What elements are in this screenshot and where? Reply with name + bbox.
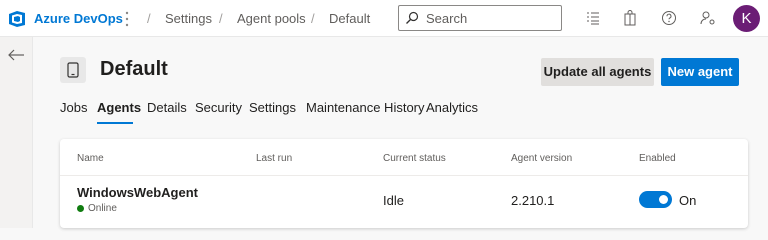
tab-maintenance-history[interactable]: Maintenance History bbox=[306, 100, 425, 115]
breadcrumb-separator: / bbox=[311, 11, 315, 26]
online-status-dot bbox=[77, 205, 84, 212]
column-header-current-status[interactable]: Current status bbox=[383, 153, 446, 164]
shopping-bag-icon[interactable] bbox=[622, 10, 638, 26]
user-settings-icon[interactable] bbox=[700, 10, 716, 26]
tab-security[interactable]: Security bbox=[195, 100, 242, 115]
column-header-enabled[interactable]: Enabled bbox=[639, 153, 676, 164]
breadcrumb-separator: / bbox=[147, 11, 151, 26]
enabled-toggle-label: On bbox=[679, 193, 697, 208]
active-tab-indicator bbox=[97, 122, 133, 124]
breadcrumb-settings[interactable]: Settings bbox=[165, 11, 212, 26]
new-agent-button[interactable]: New agent bbox=[661, 58, 739, 86]
current-status-cell: Idle bbox=[383, 193, 404, 208]
tab-analytics[interactable]: Analytics bbox=[426, 100, 478, 115]
agent-version-cell: 2.210.1 bbox=[511, 193, 555, 208]
enabled-toggle[interactable] bbox=[639, 191, 672, 208]
online-status-label: Online bbox=[88, 203, 117, 214]
back-arrow-icon[interactable] bbox=[7, 48, 25, 62]
column-header-name[interactable]: Name bbox=[77, 153, 104, 164]
help-icon[interactable] bbox=[661, 10, 677, 26]
breadcrumb-separator: / bbox=[219, 11, 223, 26]
column-header-last-run[interactable]: Last run bbox=[256, 153, 292, 164]
avatar[interactable]: K bbox=[733, 5, 760, 32]
search-placeholder: Search bbox=[426, 11, 468, 26]
tab-settings[interactable]: Settings bbox=[249, 100, 296, 115]
agents-table: Name Last run Current status Agent versi… bbox=[60, 139, 748, 228]
tab-jobs[interactable]: Jobs bbox=[60, 100, 87, 115]
azure-devops-logo-icon[interactable] bbox=[8, 10, 26, 28]
header-divider bbox=[60, 175, 748, 176]
tab-details[interactable]: Details bbox=[147, 100, 187, 115]
phone-device-icon bbox=[67, 62, 79, 78]
list-icon[interactable] bbox=[585, 10, 601, 26]
top-bar: Azure DevOps / Settings / Agent pools / … bbox=[0, 0, 768, 37]
page-title: Default bbox=[100, 58, 168, 80]
column-header-agent-version[interactable]: Agent version bbox=[511, 153, 572, 164]
search-icon bbox=[406, 11, 419, 24]
more-vertical-icon[interactable] bbox=[124, 11, 130, 27]
search-input[interactable]: Search bbox=[398, 5, 562, 31]
agent-pool-icon-box bbox=[60, 57, 86, 83]
breadcrumb-default[interactable]: Default bbox=[329, 11, 370, 26]
left-rail bbox=[0, 37, 33, 228]
agent-name[interactable]: WindowsWebAgent bbox=[77, 185, 198, 200]
breadcrumb-agent-pools[interactable]: Agent pools bbox=[237, 11, 306, 26]
update-all-agents-button[interactable]: Update all agents bbox=[541, 58, 654, 86]
toggle-knob bbox=[659, 195, 668, 204]
brand-name[interactable]: Azure DevOps bbox=[34, 11, 123, 26]
tab-agents[interactable]: Agents bbox=[97, 100, 141, 115]
